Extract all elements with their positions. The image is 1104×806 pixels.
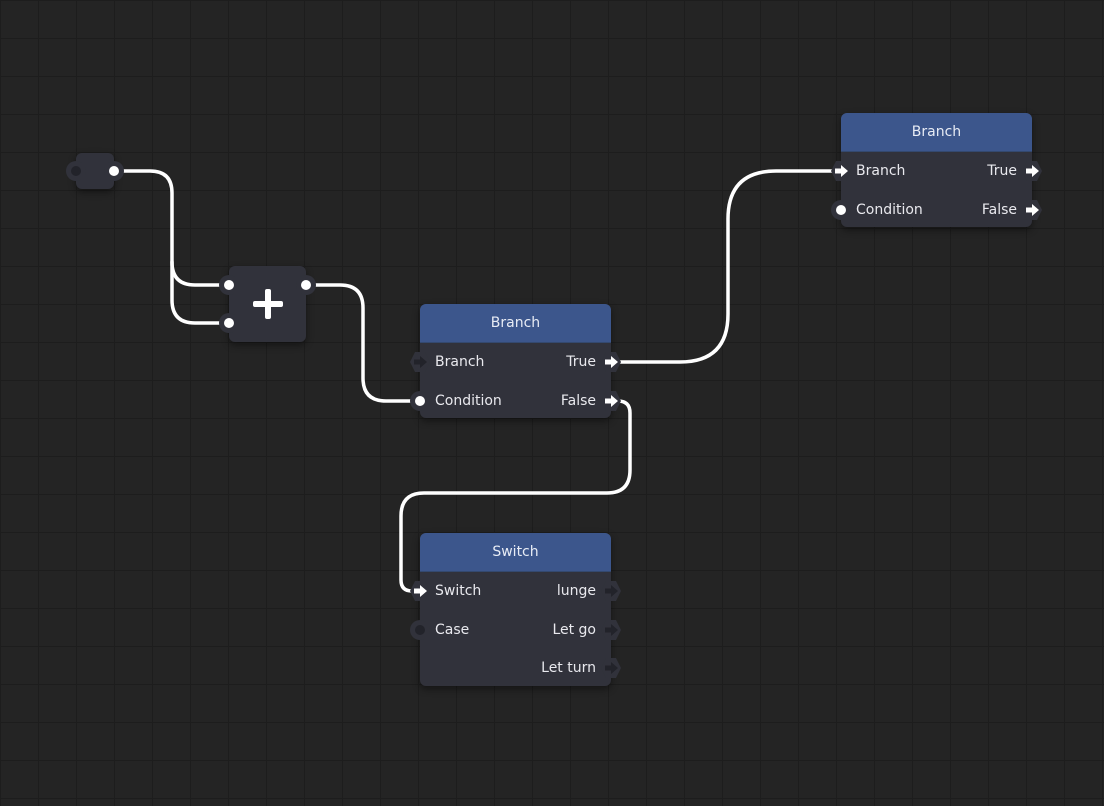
- exec-arrow-icon: [413, 356, 427, 368]
- reroute-input-pin[interactable]: [66, 161, 86, 181]
- add-node[interactable]: [219, 266, 316, 342]
- pin-label: Let go: [552, 622, 596, 638]
- exec-arrow-icon: [1025, 165, 1039, 177]
- branch2-exec-input-pin[interactable]: [831, 161, 851, 181]
- plus-icon: [252, 289, 283, 319]
- node-title: Switch: [420, 533, 611, 572]
- pin-label: False: [981, 202, 1017, 218]
- reroute-node[interactable]: [66, 153, 124, 189]
- node-title: Branch: [420, 304, 611, 343]
- switch-lunge-pin[interactable]: [601, 581, 621, 601]
- branch-node-2[interactable]: Branch Branch True Condition False: [831, 113, 1042, 227]
- pin-label: True: [566, 354, 596, 370]
- wire-branch1-true-to-branch2-branch[interactable]: [616, 169, 843, 364]
- branch2-true-pin[interactable]: [1022, 161, 1042, 181]
- reroute-output-pin[interactable]: [104, 161, 124, 181]
- switch-let-go-pin[interactable]: [601, 620, 621, 640]
- exec-arrow-icon: [834, 165, 848, 177]
- exec-arrow-icon: [604, 356, 618, 368]
- add-output-pin[interactable]: [296, 275, 316, 295]
- branch1-false-pin[interactable]: [601, 391, 621, 411]
- pin-label: True: [987, 163, 1017, 179]
- node-title: Branch: [841, 113, 1032, 152]
- wire-reroute-to-add-a[interactable]: [113, 169, 231, 287]
- pin-label: Condition: [435, 393, 502, 409]
- switch-exec-input-pin[interactable]: [410, 581, 430, 601]
- branch1-exec-input-pin[interactable]: [410, 352, 430, 372]
- wire-add-to-branch1-condition[interactable]: [304, 283, 422, 403]
- switch-let-turn-pin[interactable]: [601, 658, 621, 678]
- exec-arrow-icon: [413, 585, 427, 597]
- branch1-true-pin[interactable]: [601, 352, 621, 372]
- exec-arrow-icon: [604, 662, 618, 674]
- pin-label: Branch: [856, 163, 906, 179]
- exec-arrow-icon: [1025, 204, 1039, 216]
- branch1-condition-pin[interactable]: [410, 391, 430, 411]
- switch-node[interactable]: Switch Switch lunge Case Let go Let turn: [410, 533, 621, 686]
- branch-node-1[interactable]: Branch Branch True Condition False: [410, 304, 621, 418]
- pin-label: Condition: [856, 202, 923, 218]
- pin-label: Case: [435, 622, 470, 638]
- pin-label: Let turn: [541, 660, 596, 676]
- exec-arrow-icon: [604, 624, 618, 636]
- exec-arrow-icon: [604, 585, 618, 597]
- branch2-false-pin[interactable]: [1022, 200, 1042, 220]
- add-input-pin-a[interactable]: [219, 275, 239, 295]
- pin-label: Switch: [435, 583, 482, 599]
- pin-label: False: [560, 393, 596, 409]
- branch2-condition-pin[interactable]: [831, 200, 851, 220]
- add-input-pin-b[interactable]: [219, 313, 239, 333]
- switch-case-pin[interactable]: [410, 620, 430, 640]
- pin-label: lunge: [556, 583, 596, 599]
- pin-label: Branch: [435, 354, 485, 370]
- exec-arrow-icon: [604, 395, 618, 407]
